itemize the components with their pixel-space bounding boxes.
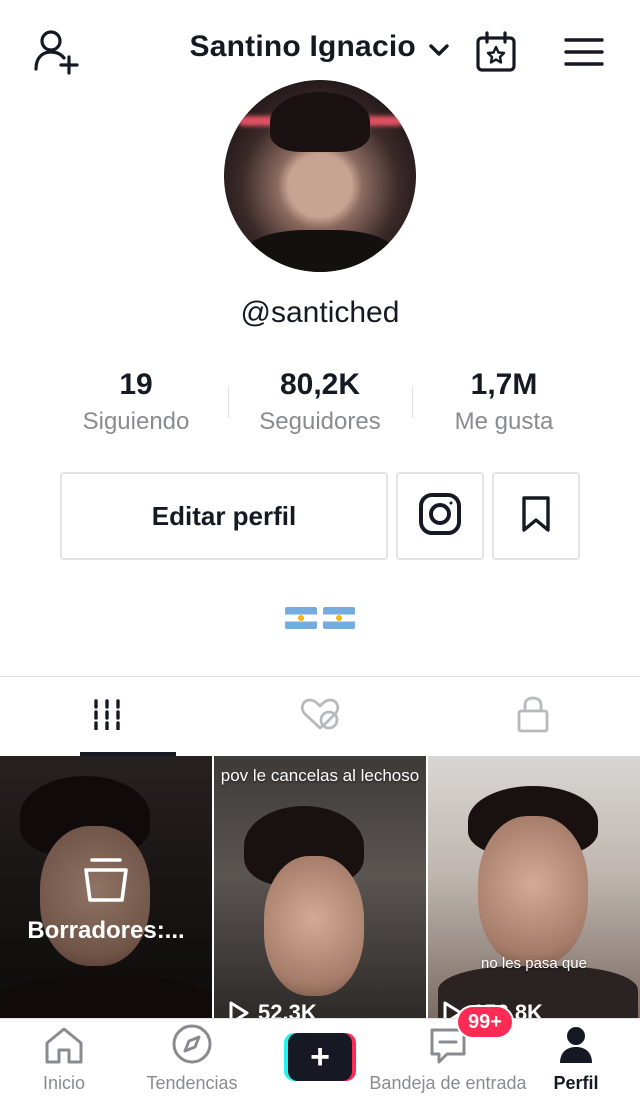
bottom-nav: Inicio Tendencias + Bandeja de entrada 9… (0, 1005, 640, 1102)
stat-value: 1,7M (470, 368, 538, 401)
stat-label: Seguidores (259, 408, 381, 435)
stat-likes[interactable]: 1,7M Me gusta (412, 366, 596, 446)
liked-hidden-icon (299, 696, 341, 737)
profile-icon (558, 1019, 594, 1065)
bio (0, 600, 640, 632)
video-tile[interactable]: pov le cancelas al lechoso 52,3K (214, 756, 426, 1018)
video-caption: no les pasa que (481, 955, 587, 972)
instagram-icon (418, 492, 462, 541)
menu-icon[interactable] (558, 26, 610, 78)
video-caption: pov le cancelas al lechoso (220, 766, 420, 785)
drafts-icon (82, 858, 130, 908)
instagram-button[interactable] (396, 472, 484, 560)
favorites-button[interactable] (492, 472, 580, 560)
argentina-flag (285, 606, 317, 629)
username: @santiched (240, 296, 400, 329)
nav-discover[interactable]: Tendencias (140, 1019, 244, 1102)
drafts-tile[interactable]: Borradores:... (0, 756, 212, 1018)
tab-videos[interactable] (0, 677, 213, 756)
nav-label: Inicio (42, 1073, 86, 1093)
stat-following[interactable]: 19 Siguiendo (44, 366, 228, 446)
create-button[interactable]: + (284, 1033, 356, 1081)
grid-icon (91, 698, 123, 735)
stat-value: 19 (119, 368, 153, 401)
chevron-down-icon (428, 31, 450, 65)
edit-profile-button[interactable]: Editar perfil (60, 472, 388, 560)
stat-value: 80,2K (279, 368, 361, 401)
argentina-flag (323, 606, 355, 629)
account-switcher[interactable]: Santino Ignacio (0, 30, 640, 65)
lock-icon (516, 695, 550, 738)
avatar[interactable] (224, 80, 416, 272)
view-count: 52,3K (228, 1000, 317, 1018)
stat-label: Siguiendo (82, 408, 190, 435)
nav-home[interactable]: Inicio (30, 1019, 98, 1102)
create-plus-icon: + (288, 1033, 352, 1081)
nav-label: Bandeja de entrada (369, 1073, 527, 1093)
tab-liked[interactable] (213, 677, 426, 756)
bookmark-icon (521, 495, 551, 538)
nav-label: Perfil (553, 1073, 599, 1093)
tab-private[interactable] (427, 677, 640, 756)
profile-stats: 19 Siguiendo 80,2K Seguidores 1,7M Me gu… (44, 366, 596, 446)
view-count-value: 52,3K (258, 1000, 317, 1018)
notification-badge: 99+ (456, 1005, 514, 1039)
video-tile[interactable]: no les pasa que 156,8K (428, 756, 640, 1018)
nav-profile[interactable]: Perfil (548, 1019, 604, 1102)
drafts-label: Borradores:... (27, 917, 185, 944)
calendar-star-icon[interactable] (470, 26, 522, 78)
compass-icon (171, 1019, 213, 1065)
home-icon (43, 1019, 85, 1065)
video-grid: Borradores:... pov le cancelas al lechos… (0, 756, 640, 1018)
nav-label: Tendencias (146, 1073, 238, 1093)
content-tabs (0, 676, 640, 756)
stat-label: Me gusta (454, 408, 554, 435)
stat-followers[interactable]: 80,2K Seguidores (228, 366, 412, 446)
page-title: Santino Ignacio (189, 30, 416, 63)
